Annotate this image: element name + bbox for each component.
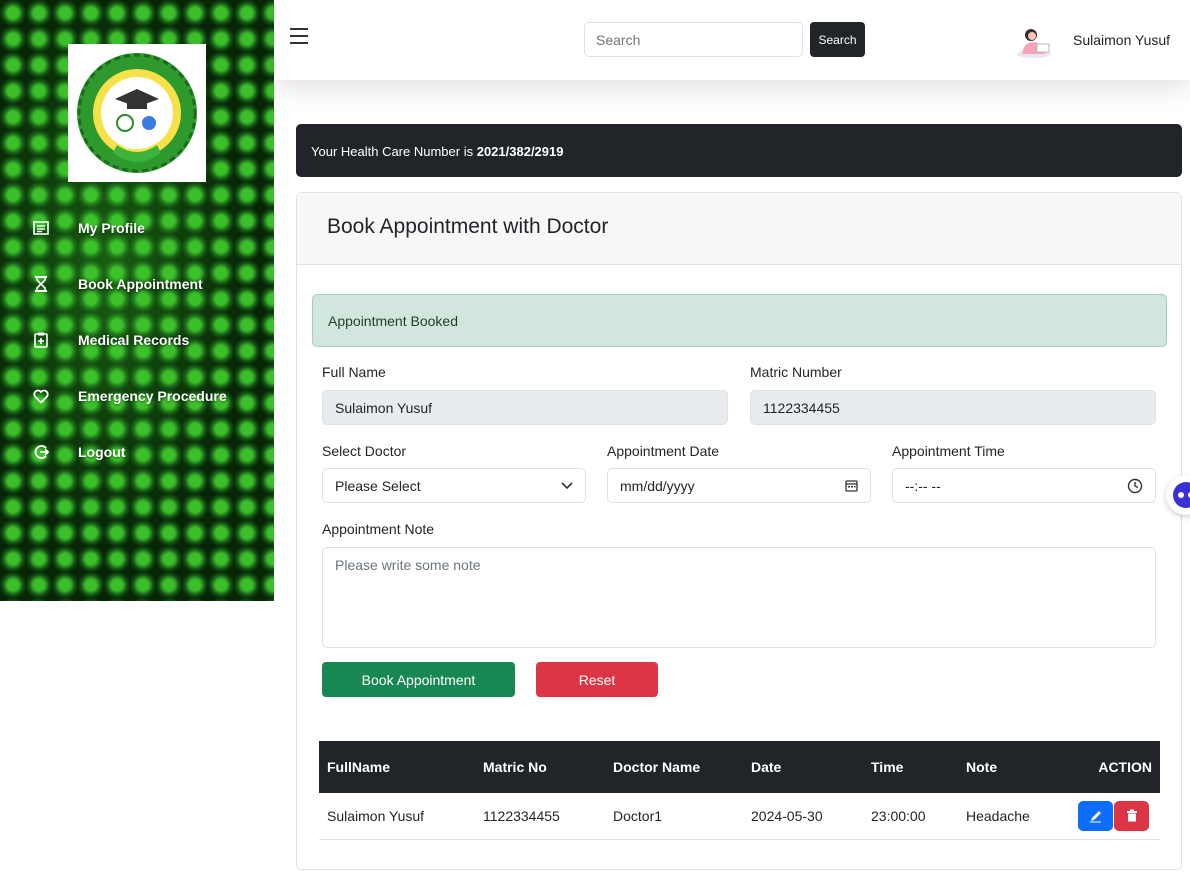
avatar[interactable] xyxy=(1015,24,1053,58)
calendar-icon[interactable] xyxy=(845,479,858,492)
menu-toggle-icon[interactable] xyxy=(290,28,308,44)
time-label: Appointment Time xyxy=(892,443,1005,459)
doctor-label: Select Doctor xyxy=(322,443,407,459)
cell-matric: 1122334455 xyxy=(483,807,560,824)
search-button[interactable]: Search xyxy=(810,22,865,57)
sidebar-nav: My Profile Book Appointment Medical Reco… xyxy=(0,200,274,480)
success-alert: Appointment Booked xyxy=(312,294,1167,347)
column-header: Time xyxy=(871,759,904,775)
matric-number-field[interactable]: 1122334455 xyxy=(750,390,1156,425)
appointment-card: Book Appointment with Doctor Appointment… xyxy=(296,192,1182,870)
matric-number-label: Matric Number xyxy=(750,364,842,380)
column-header: Note xyxy=(966,759,998,775)
reset-button[interactable]: Reset xyxy=(536,662,658,697)
user-name[interactable]: Sulaimon Yusuf xyxy=(1073,32,1170,48)
sidebar-item-emergency-procedure[interactable]: Emergency Procedure xyxy=(0,368,274,424)
cell-date: 2024-05-30 xyxy=(751,807,823,824)
column-header: Matric No xyxy=(483,759,547,775)
appointments-table: FullName Matric No Doctor Name Date Time… xyxy=(319,741,1160,840)
card-title: Book Appointment with Doctor xyxy=(297,193,1181,265)
sidebar-item-label: Logout xyxy=(78,444,126,460)
cell-doctor: Doctor1 xyxy=(613,807,663,824)
pencil-icon xyxy=(1090,810,1101,823)
cell-time: 23:00:00 xyxy=(871,807,926,824)
column-header: ACTION xyxy=(1098,759,1152,775)
sidebar-item-label: My Profile xyxy=(78,220,145,236)
top-navbar: Search Sulaimon Yusuf xyxy=(274,0,1190,80)
trash-icon xyxy=(1127,809,1137,822)
full-name-field[interactable]: Sulaimon Yusuf xyxy=(322,390,728,425)
sidebar: ERUWA My Profile Book Appointment Medica… xyxy=(0,0,274,601)
table-row: Sulaimon Yusuf 1122334455 Doctor1 2024-0… xyxy=(319,793,1160,839)
time-input[interactable]: --:-- -- xyxy=(892,468,1156,503)
delete-button[interactable] xyxy=(1114,800,1149,831)
book-appointment-button[interactable]: Book Appointment xyxy=(322,662,515,697)
profile-card-icon xyxy=(32,219,50,237)
logo-bottom-text: ERUWA xyxy=(126,145,148,151)
sidebar-item-book-appointment[interactable]: Book Appointment xyxy=(0,256,274,312)
cell-fullname: Sulaimon Yusuf xyxy=(327,807,425,824)
health-care-number: 2021/382/2919 xyxy=(476,144,564,159)
date-input[interactable]: mm/dd/yyyy xyxy=(607,468,871,503)
edit-button[interactable] xyxy=(1078,800,1113,831)
date-label: Appointment Date xyxy=(607,443,720,459)
clipboard-plus-icon xyxy=(32,331,50,349)
time-input-value: --:-- -- xyxy=(905,477,941,494)
search-input[interactable] xyxy=(584,22,803,57)
column-header: Date xyxy=(751,759,782,775)
note-label: Appointment Note xyxy=(322,521,435,537)
health-care-label: Your Health Care Number is xyxy=(311,144,477,159)
sidebar-item-label: Book Appointment xyxy=(78,276,203,292)
cell-actions xyxy=(1064,793,1160,839)
clock-icon[interactable] xyxy=(1127,478,1143,494)
logo-emblem-icon: ERUWA xyxy=(77,53,197,173)
doctor-select-value: Please Select xyxy=(335,477,421,494)
note-textarea[interactable]: Please write some note xyxy=(322,547,1156,648)
sidebar-item-my-profile[interactable]: My Profile xyxy=(0,200,274,256)
table-header-row: FullName Matric No Doctor Name Date Time… xyxy=(319,741,1160,793)
sidebar-item-label: Emergency Procedure xyxy=(78,388,227,404)
polytechnic-logo: ERUWA xyxy=(68,44,206,182)
sidebar-item-medical-records[interactable]: Medical Records xyxy=(0,312,274,368)
doctor-select[interactable]: Please Select xyxy=(322,468,586,503)
health-care-banner: Your Health Care Number is 2021/382/2919 xyxy=(296,124,1182,177)
logout-icon xyxy=(32,443,50,461)
note-placeholder: Please write some note xyxy=(335,557,481,573)
heart-icon xyxy=(32,387,50,405)
column-header: Doctor Name xyxy=(613,759,701,775)
chat-assistant-icon[interactable] xyxy=(1166,475,1190,515)
sidebar-item-label: Medical Records xyxy=(78,332,190,348)
date-input-value: mm/dd/yyyy xyxy=(620,477,695,494)
cell-note: Headache xyxy=(966,807,1030,824)
sidebar-item-logout[interactable]: Logout xyxy=(0,424,274,480)
full-name-label: Full Name xyxy=(322,364,386,380)
column-header: FullName xyxy=(327,759,391,775)
chevron-down-icon xyxy=(561,481,573,489)
full-name-value: Sulaimon Yusuf xyxy=(335,399,433,416)
hourglass-icon xyxy=(32,275,50,293)
matric-number-value: 1122334455 xyxy=(763,399,840,416)
